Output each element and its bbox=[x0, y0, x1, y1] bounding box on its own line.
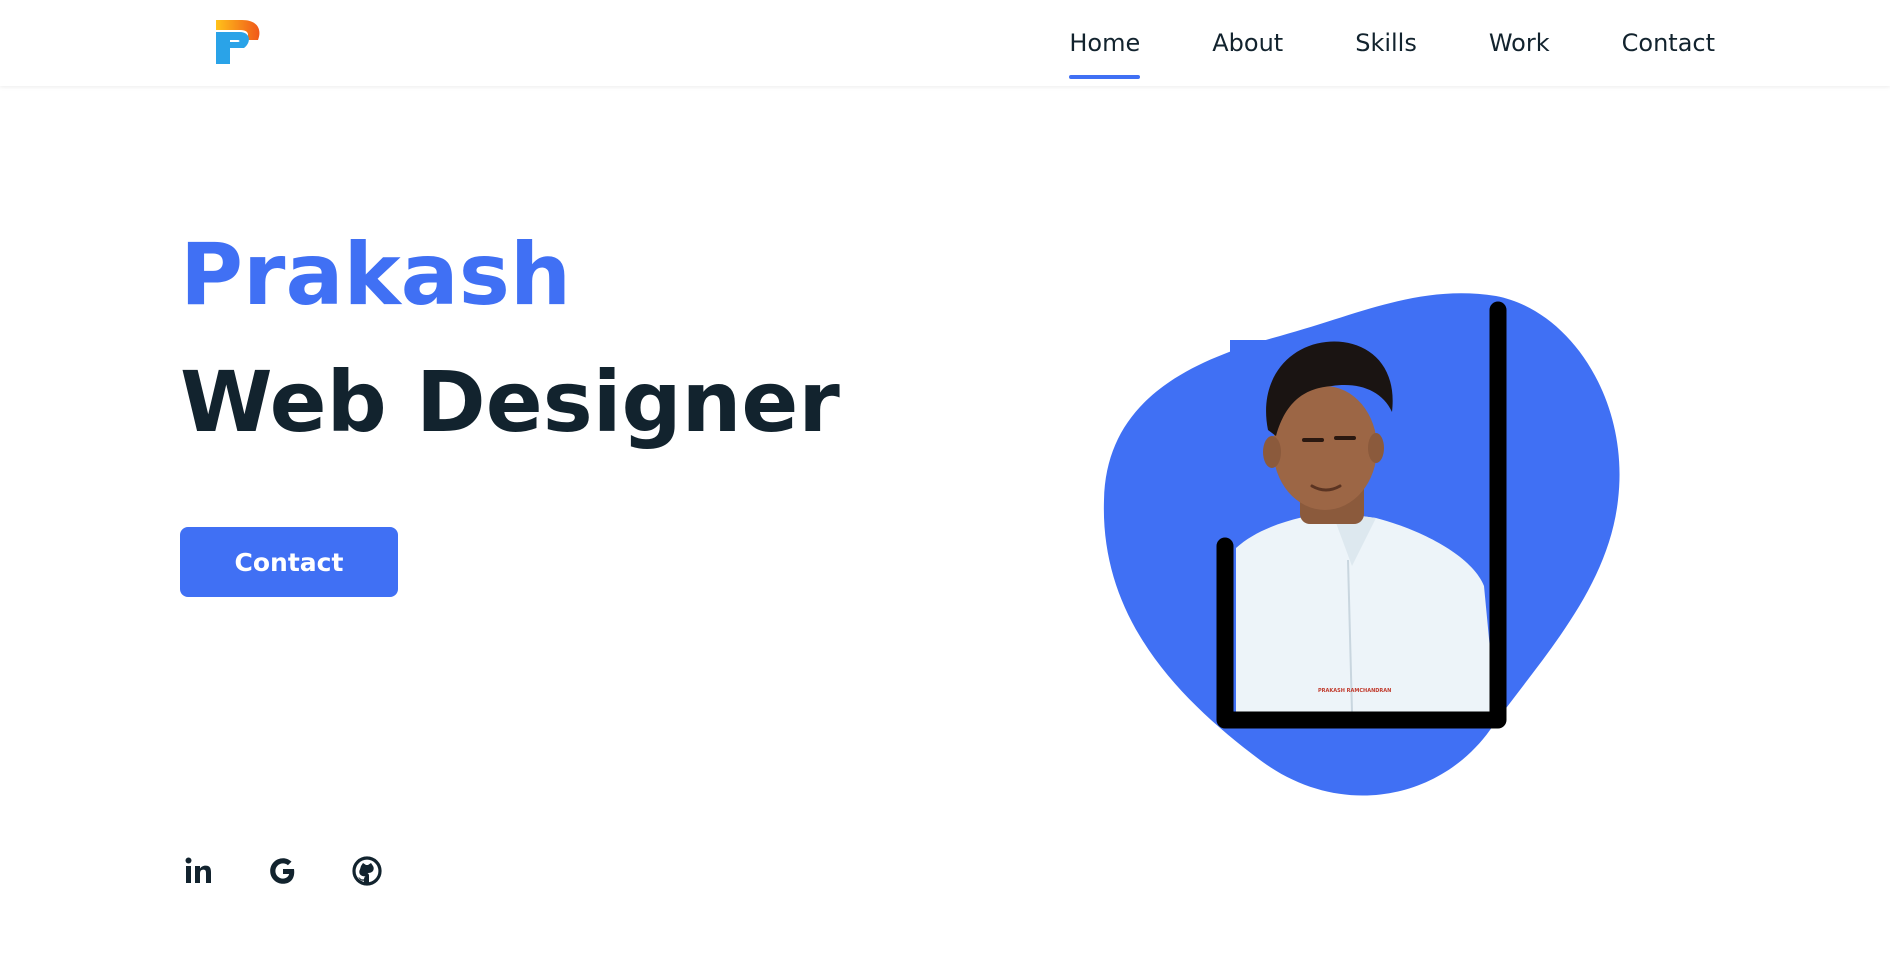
google-icon[interactable] bbox=[264, 852, 302, 890]
nav-contact[interactable]: Contact bbox=[1622, 25, 1715, 61]
nav-home[interactable]: Home bbox=[1069, 25, 1140, 79]
hero-name: Prakash bbox=[180, 225, 572, 325]
contact-button[interactable]: Contact bbox=[180, 527, 398, 597]
hero-role: Web Designer bbox=[180, 353, 840, 451]
p-logo-icon[interactable] bbox=[212, 10, 268, 66]
linkedin-icon[interactable] bbox=[180, 852, 218, 890]
main-nav: Home About Skills Work Contact bbox=[997, 0, 1715, 86]
github-icon[interactable] bbox=[348, 852, 386, 890]
nav-skills[interactable]: Skills bbox=[1355, 25, 1417, 61]
site-header: Home About Skills Work Contact bbox=[0, 0, 1890, 86]
image-caption: PRAKASH RAMCHANDRAN bbox=[1318, 688, 1391, 694]
social-links bbox=[180, 852, 432, 890]
nav-about[interactable]: About bbox=[1212, 25, 1283, 61]
nav-work[interactable]: Work bbox=[1489, 25, 1550, 61]
hero-image: PRAKASH RAMCHANDRAN bbox=[1100, 290, 1620, 810]
